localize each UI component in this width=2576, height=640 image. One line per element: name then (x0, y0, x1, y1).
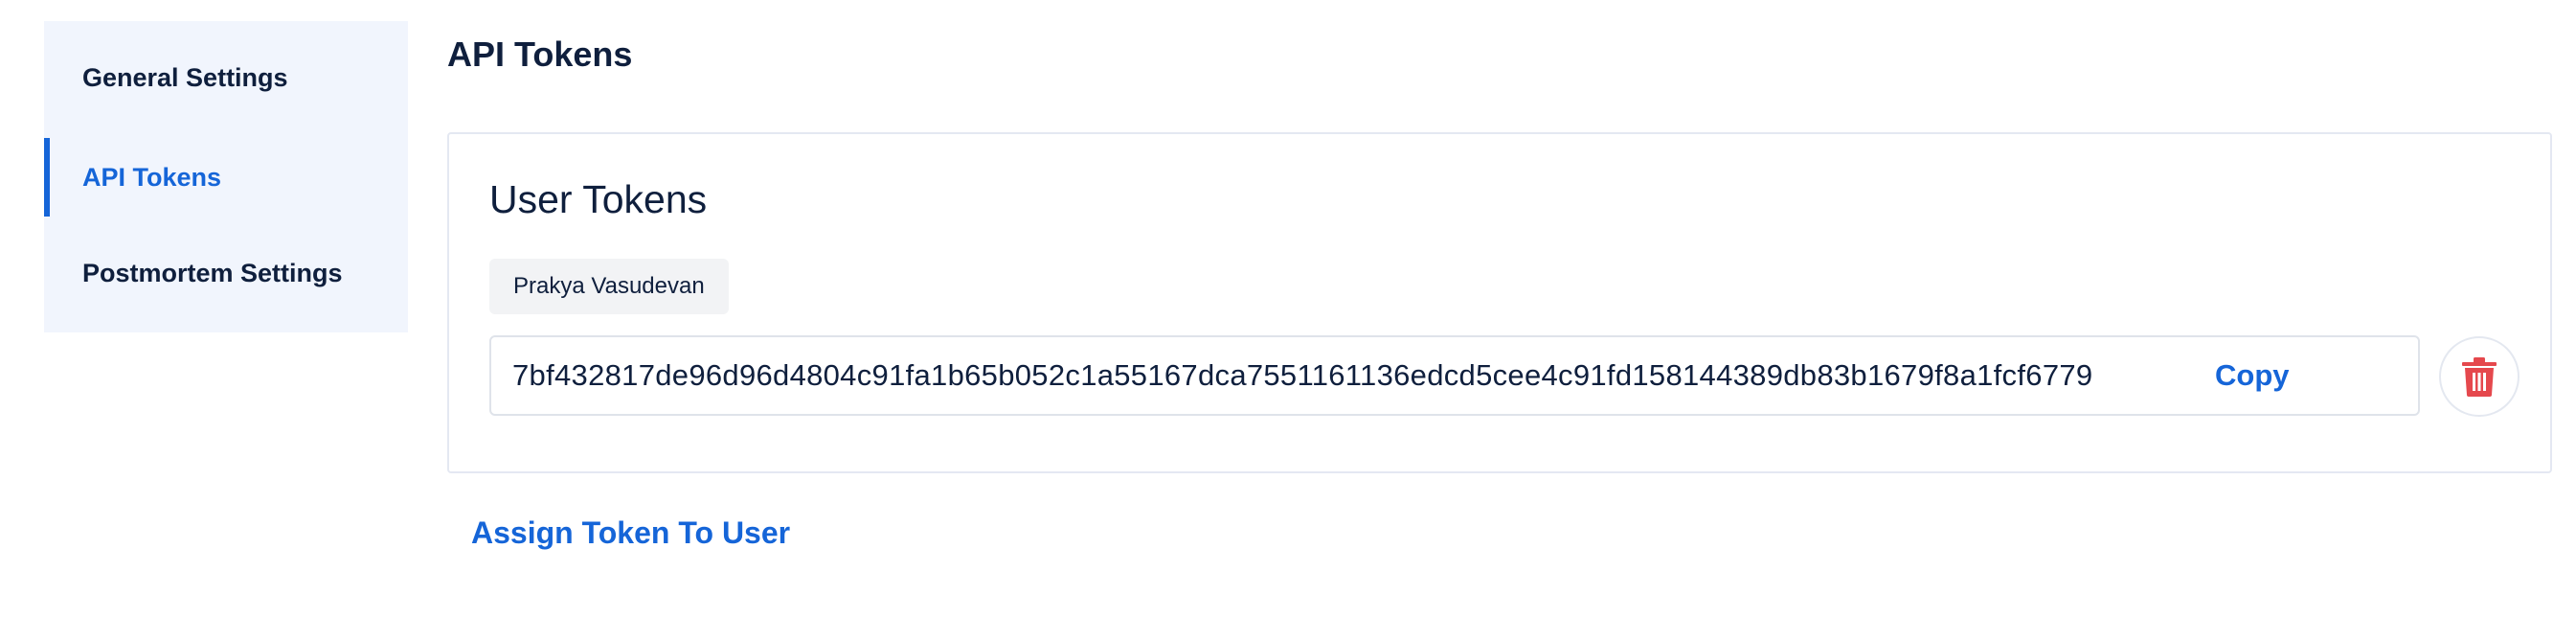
copy-button[interactable]: Copy (2196, 337, 2309, 414)
page-title: API Tokens (447, 34, 633, 74)
assign-token-to-user-link[interactable]: Assign Token To User (471, 510, 790, 556)
token-field: 7bf432817de96d96d4804c91fa1b65b052c1a551… (489, 335, 2420, 416)
trash-icon (2462, 357, 2497, 397)
delete-token-button[interactable] (2439, 336, 2520, 417)
settings-page: General Settings API Tokens Postmortem S… (0, 0, 2576, 640)
sidebar-item-general-settings[interactable]: General Settings (44, 38, 408, 117)
settings-sidebar: General Settings API Tokens Postmortem S… (44, 21, 408, 332)
token-value[interactable]: 7bf432817de96d96d4804c91fa1b65b052c1a551… (512, 337, 2140, 414)
card-title: User Tokens (489, 177, 708, 221)
token-user-badge: Prakya Vasudevan (489, 259, 729, 314)
sidebar-item-postmortem-settings[interactable]: Postmortem Settings (44, 234, 408, 312)
user-tokens-card: User Tokens Prakya Vasudevan 7bf432817de… (447, 132, 2552, 473)
sidebar-item-api-tokens[interactable]: API Tokens (44, 138, 408, 217)
